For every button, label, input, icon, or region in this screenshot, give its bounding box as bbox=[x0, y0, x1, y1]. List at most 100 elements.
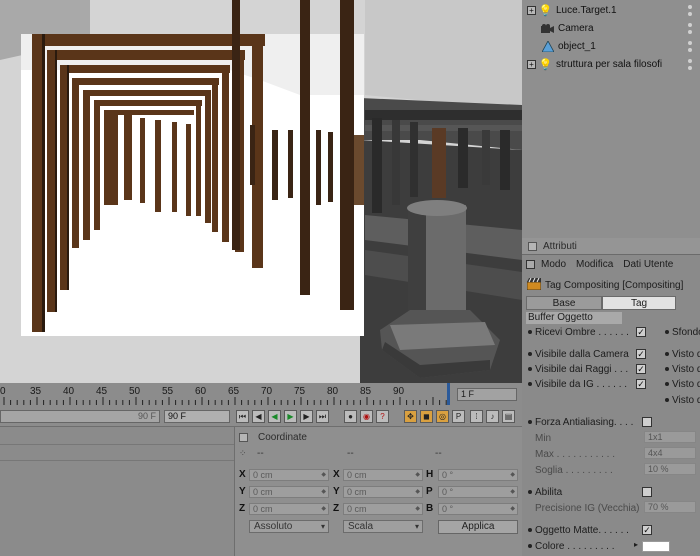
curve-icon[interactable]: ♪ bbox=[486, 410, 499, 423]
column-header-size: -- bbox=[347, 448, 354, 459]
coord-label: X bbox=[333, 469, 340, 480]
move-key-icon[interactable]: ✥ bbox=[404, 410, 417, 423]
checkbox-forza-antialiasing[interactable] bbox=[642, 417, 652, 427]
goto-start-icon[interactable]: ⏮ bbox=[236, 410, 249, 423]
checkbox-abilita[interactable] bbox=[642, 487, 652, 497]
prop-label: Sfondo bbox=[672, 326, 700, 338]
menu-modo[interactable]: Modo bbox=[541, 259, 566, 270]
anim-dot-icon[interactable] bbox=[665, 367, 669, 371]
tag-title-text: Tag Compositing [Compositing] bbox=[545, 279, 684, 291]
point-level-icon[interactable]: ⁞ bbox=[470, 410, 483, 423]
prop-ricevi-ombre: Ricevi Ombre . . . . . . bbox=[528, 325, 629, 339]
object-row-object-1[interactable]: object_1 bbox=[522, 38, 700, 55]
material-toolbar-strip bbox=[0, 447, 234, 461]
play-forward-icon[interactable]: ▶ bbox=[284, 410, 297, 423]
coordinate-mode-dropdown[interactable]: Assoluto bbox=[249, 520, 329, 533]
rotation-p-field[interactable]: 0 ° bbox=[438, 486, 518, 498]
prop-label: Visto d bbox=[672, 363, 700, 375]
size-x-field[interactable]: 0 cm bbox=[343, 469, 423, 481]
menu-modifica[interactable]: Modifica bbox=[576, 259, 613, 270]
rotate-key-icon[interactable]: ◼ bbox=[420, 410, 433, 423]
prop-label: Min bbox=[535, 432, 552, 444]
checkbox-oggetto-matte[interactable]: ✓ bbox=[642, 525, 652, 535]
attributes-header: Attributi bbox=[522, 238, 700, 255]
rotation-h-field[interactable]: 0 ° bbox=[438, 469, 518, 481]
color-expand-arrow-icon[interactable]: ▸ bbox=[634, 540, 638, 549]
anim-dot-icon[interactable] bbox=[528, 544, 532, 548]
object-label: Camera bbox=[558, 23, 594, 34]
coordinates-title: Coordinate bbox=[258, 432, 307, 443]
size-y-field[interactable]: 0 cm bbox=[343, 486, 423, 498]
start-frame-field[interactable]: 90 F bbox=[0, 410, 160, 423]
timeline-ruler[interactable]: 0 35 40 45 50 55 60 65 70 75 80 85 90 1 … bbox=[0, 383, 522, 405]
menu-dati-utente[interactable]: Dati Utente bbox=[623, 259, 673, 270]
record-icon[interactable]: ● bbox=[344, 410, 357, 423]
coord-label: X bbox=[239, 469, 246, 480]
tab-base[interactable]: Base bbox=[526, 296, 602, 310]
prop-label: Forza Antialiasing. . . . bbox=[535, 416, 634, 428]
section-buffer-oggetto[interactable]: Buffer Oggetto bbox=[526, 312, 622, 324]
checkbox-visibile-raggi[interactable]: ✓ bbox=[636, 364, 646, 374]
prev-frame-icon[interactable]: ◀︎ bbox=[252, 410, 265, 423]
next-frame-icon[interactable]: ▶︎ bbox=[300, 410, 313, 423]
rotation-b-field[interactable]: 0 ° bbox=[438, 503, 518, 515]
tick-label: 50 bbox=[129, 386, 141, 397]
object-row-luce-target[interactable]: + 💡 Luce.Target.1 bbox=[522, 2, 700, 19]
camera-icon bbox=[541, 22, 554, 35]
checkbox-ricevi-ombre[interactable]: ✓ bbox=[636, 327, 646, 337]
anim-dot-icon[interactable] bbox=[665, 382, 669, 386]
keyframe-selection-icon[interactable]: ? bbox=[376, 410, 389, 423]
object-row-struttura[interactable]: + 💡 struttura per sala filosofi bbox=[522, 56, 700, 73]
panel-icon bbox=[239, 433, 248, 442]
tick-label: 65 bbox=[228, 386, 240, 397]
object-label: Luce.Target.1 bbox=[556, 5, 617, 16]
current-frame-field[interactable]: 1 F bbox=[457, 388, 517, 401]
timeline-menu-icon[interactable]: ▤ bbox=[502, 410, 515, 423]
tab-tag[interactable]: Tag bbox=[602, 296, 676, 310]
visibility-dots[interactable] bbox=[688, 23, 694, 34]
tick-label: 70 bbox=[261, 386, 273, 397]
position-z-field[interactable]: 0 cm bbox=[249, 503, 329, 515]
expand-toggle-icon[interactable]: + bbox=[527, 60, 536, 69]
anim-dot-icon[interactable] bbox=[528, 490, 532, 494]
prop-label: Ricevi Ombre . . . . . . bbox=[535, 326, 629, 338]
checkbox-visibile-ig[interactable]: ✓ bbox=[636, 379, 646, 389]
position-y-field[interactable]: 0 cm bbox=[249, 486, 329, 498]
scale-mode-dropdown[interactable]: Scala bbox=[343, 520, 423, 533]
visibility-dots[interactable] bbox=[688, 59, 694, 70]
anim-dot-icon[interactable] bbox=[528, 528, 532, 532]
anim-dot-icon[interactable] bbox=[528, 330, 532, 334]
attributes-title: Attributi bbox=[543, 240, 577, 252]
expand-toggle-icon[interactable]: + bbox=[527, 6, 536, 15]
anim-dot-icon[interactable] bbox=[528, 420, 532, 424]
prop-label: Oggetto Matte. . . . . . bbox=[535, 524, 629, 536]
object-row-camera[interactable]: Camera bbox=[522, 20, 700, 37]
viewport-3d[interactable] bbox=[0, 0, 522, 383]
position-x-field[interactable]: 0 cm bbox=[249, 469, 329, 481]
coord-label: Y bbox=[333, 486, 340, 497]
coord-label: H bbox=[426, 469, 434, 480]
transport-bar: 90 F 90 F ⏮ ◀︎ ◀ ▶ ▶︎ ⏭ ● ◉ ? ✥ ◼ ◎ P ⁞ … bbox=[0, 407, 522, 426]
end-frame-field[interactable]: 90 F bbox=[164, 410, 230, 423]
scale-key-icon[interactable]: ◎ bbox=[436, 410, 449, 423]
play-backward-icon[interactable]: ◀ bbox=[268, 410, 281, 423]
material-menu-strip bbox=[0, 431, 234, 445]
size-z-field[interactable]: 0 cm bbox=[343, 503, 423, 515]
prop-label: Visibile dalla Camera bbox=[535, 348, 629, 360]
autokey-icon[interactable]: ◉ bbox=[360, 410, 373, 423]
checkbox-visibile-camera[interactable]: ✓ bbox=[636, 349, 646, 359]
anim-dot-icon[interactable] bbox=[528, 367, 532, 371]
color-swatch[interactable] bbox=[642, 541, 670, 552]
apply-button[interactable]: Applica bbox=[438, 520, 518, 534]
anim-dot-icon[interactable] bbox=[665, 330, 669, 334]
anim-dot-icon[interactable] bbox=[528, 382, 532, 386]
goto-end-icon[interactable]: ⏭ bbox=[316, 410, 329, 423]
param-key-icon[interactable]: P bbox=[452, 410, 465, 423]
visibility-dots[interactable] bbox=[688, 5, 694, 16]
visibility-dots[interactable] bbox=[688, 41, 694, 52]
anim-dot-icon[interactable] bbox=[665, 398, 669, 402]
tick-label: 60 bbox=[195, 386, 207, 397]
playhead[interactable] bbox=[447, 383, 450, 405]
anim-dot-icon[interactable] bbox=[528, 352, 532, 356]
anim-dot-icon[interactable] bbox=[665, 352, 669, 356]
